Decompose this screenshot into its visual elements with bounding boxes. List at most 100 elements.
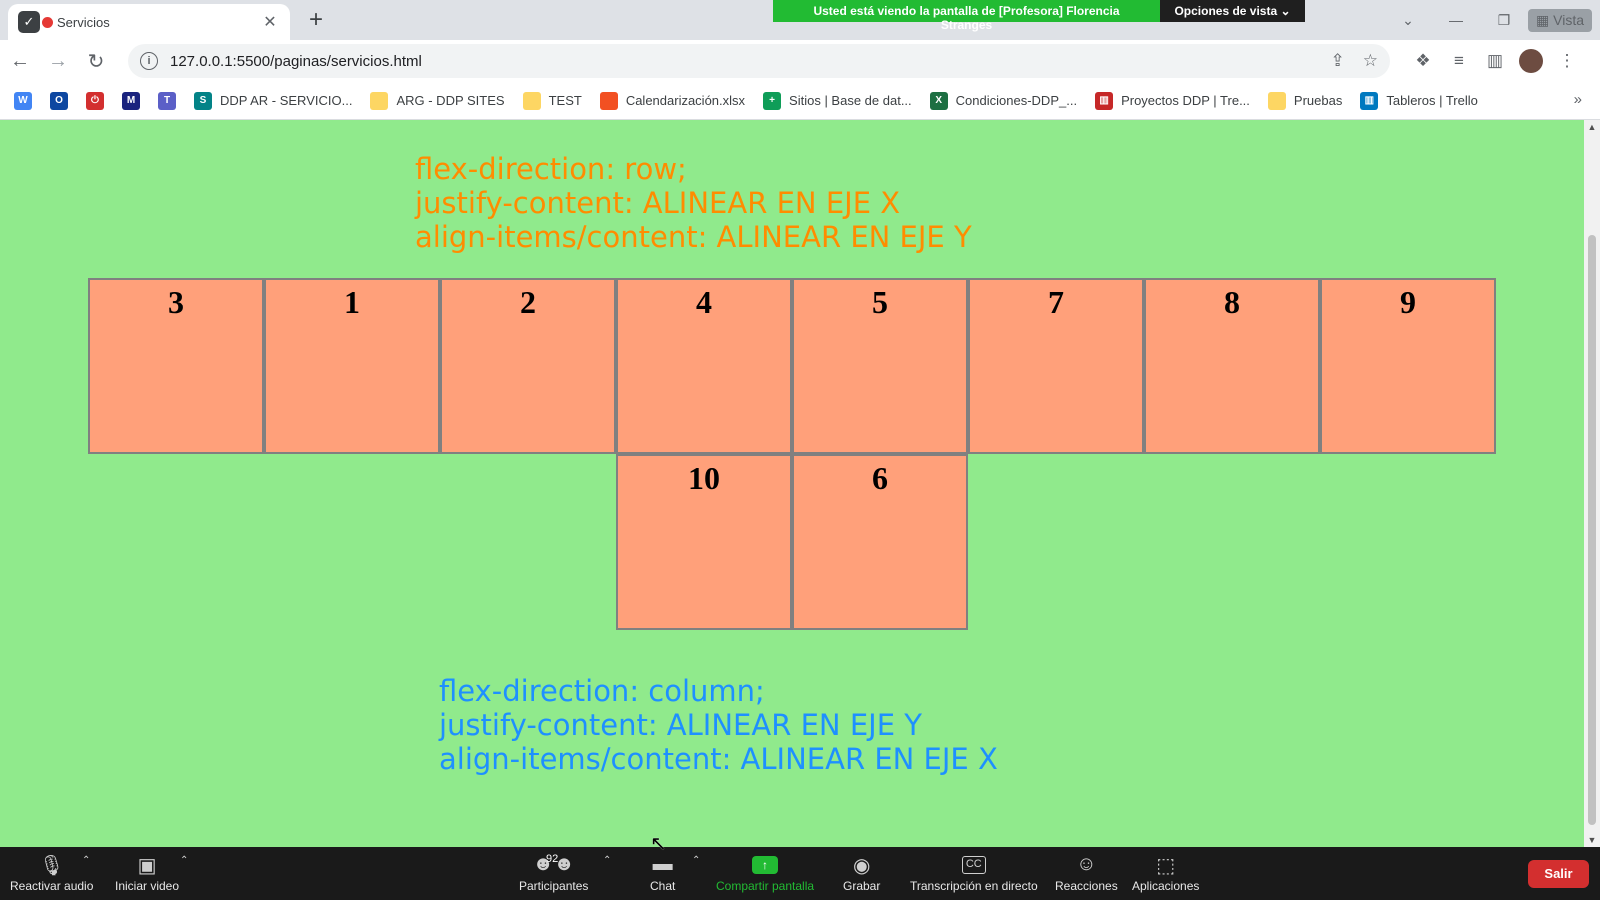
more-bookmarks-icon[interactable]: » (1574, 91, 1582, 108)
bookmark-item[interactable]: + Sitios | Base de dat... (763, 91, 912, 110)
bookmark-item[interactable]: ⏻ (86, 91, 104, 110)
participants-label: Participantes (519, 879, 589, 893)
sharepoint-icon: S (194, 91, 212, 110)
note-flex-row: flex-direction: row; justify-content: AL… (415, 152, 972, 254)
reactions-label: Reacciones (1055, 879, 1118, 893)
audio-options-caret-icon[interactable]: ⌃ (82, 855, 90, 866)
note-line: flex-direction: column; (439, 674, 765, 708)
meeting-controls-bar: 🎙︎ Reactivar audio ⌃ ▣ Iniciar video ⌃ ☻… (0, 847, 1600, 900)
reload-button[interactable]: ↻ (78, 43, 114, 79)
bookmark-label: Tableros | Trello (1386, 93, 1478, 108)
bookmark-label: Calendarización.xlsx (625, 93, 746, 108)
flex-box: 1 (264, 278, 440, 454)
screen-share-banner: Usted está viendo la pantalla de [Profes… (773, 0, 1305, 32)
bookmark-item[interactable]: T (158, 91, 176, 110)
close-tab-icon[interactable]: ✕ (260, 12, 280, 32)
flex-box: 8 (1144, 278, 1320, 454)
bookmark-label: ARG - DDP SITES (396, 93, 505, 108)
tab-servicios[interactable]: ✓ Servicios ✕ (8, 4, 290, 40)
record-button[interactable]: ◉ Grabar (843, 853, 880, 893)
side-panel-icon[interactable]: ▥ (1477, 51, 1513, 71)
note-line: align-items/content: ALINEAR EN EJE X (439, 742, 998, 776)
page-scrollbar[interactable]: ▲ ▼ (1584, 120, 1600, 847)
bookmark-item[interactable]: TEST (522, 91, 582, 110)
restore-icon[interactable]: ❐ (1480, 12, 1528, 29)
share-screen-label: Compartir pantalla (716, 879, 815, 893)
scroll-down-icon[interactable]: ▼ (1584, 835, 1600, 845)
tab-title: Servicios (57, 14, 110, 30)
leave-meeting-button[interactable]: Salir (1528, 860, 1589, 888)
bookmark-item[interactable]: X Condiciones-DDP_... (929, 91, 1077, 110)
chat-button[interactable]: ▬ Chat (650, 853, 675, 893)
scrollbar-thumb[interactable] (1588, 235, 1596, 825)
star-icon[interactable]: ☆ (1363, 51, 1378, 71)
folder-icon (522, 91, 541, 110)
m-icon: M (122, 91, 140, 110)
extensions-icon[interactable]: ❖ (1405, 51, 1441, 71)
menu-kebab-icon[interactable]: ⋮ (1549, 51, 1585, 71)
mouse-cursor-icon: ↖ (650, 833, 667, 855)
bookmark-item[interactable]: ARG - DDP SITES (370, 91, 505, 110)
chat-caret-icon[interactable]: ⌃ (692, 855, 700, 866)
flex-box: 3 (88, 278, 264, 454)
back-button[interactable]: ← (2, 43, 38, 79)
note-line: justify-content: ALINEAR EN EJE X (415, 186, 901, 220)
info-icon[interactable]: i (140, 52, 158, 70)
apps-button[interactable]: ⬚ Aplicaciones (1132, 853, 1199, 893)
w-icon: W (14, 91, 32, 110)
chat-label: Chat (650, 879, 676, 893)
unmute-audio-button[interactable]: 🎙︎ Reactivar audio (10, 853, 93, 893)
bookmark-item[interactable]: S DDP AR - SERVICIO... (194, 91, 353, 110)
bookmark-label: Pruebas (1293, 93, 1343, 108)
window-controls: ⌄ — ❐ ▦ Vista (1384, 0, 1600, 40)
new-tab-button[interactable]: + (302, 6, 330, 34)
participants-caret-icon[interactable]: ⌃ (603, 855, 611, 866)
record-icon: ◉ (852, 855, 871, 877)
cc-icon: CC (961, 856, 986, 874)
bookmark-item[interactable]: ▥ Tableros | Trello (1360, 91, 1478, 110)
apps-icon: ⬚ (1156, 855, 1176, 877)
reactions-button[interactable]: ☺ Reacciones (1055, 853, 1118, 893)
bookmark-label: DDP AR - SERVICIO... (220, 93, 353, 108)
arrow-left-icon: ← (10, 49, 30, 72)
reload-icon: ↻ (87, 50, 105, 73)
view-options-button[interactable]: Opciones de vista ⌄ (1160, 0, 1305, 22)
bookmark-item[interactable]: W (14, 91, 32, 110)
note-line: flex-direction: row; (415, 152, 687, 186)
vista-button[interactable]: ▦ Vista (1528, 8, 1592, 32)
apps-label: Aplicaciones (1132, 879, 1200, 893)
share-icon[interactable]: ⇪ (1331, 51, 1345, 71)
note-flex-column: flex-direction: column; justify-content:… (439, 674, 998, 776)
chat-icon: ▬ (652, 853, 673, 875)
sheets-icon: + (763, 91, 782, 110)
shield-icon: ✓ (18, 11, 40, 33)
bookmark-item[interactable]: M (122, 91, 140, 110)
video-off-icon: ▣ (137, 855, 157, 877)
bookmark-item[interactable]: O (50, 91, 68, 110)
flex-box: 10 (616, 454, 792, 630)
grid-icon: ▦ (1536, 11, 1554, 28)
video-options-caret-icon[interactable]: ⌃ (180, 855, 188, 866)
flex-box: 6 (792, 454, 968, 630)
start-video-button[interactable]: ▣ Iniciar video (115, 853, 179, 893)
profile-avatar[interactable] (1519, 49, 1543, 73)
scroll-up-icon[interactable]: ▲ (1584, 122, 1600, 132)
live-transcript-button[interactable]: CC Transcripción en directo (910, 853, 1038, 893)
url-text[interactable]: 127.0.0.1:5500/paginas/servicios.html (170, 53, 1313, 70)
teams-icon: T (158, 91, 176, 110)
bookmark-item[interactable]: ▥ Proyectos DDP | Tre... (1095, 91, 1250, 110)
trello-icon: ▥ (1095, 91, 1114, 110)
participants-button[interactable]: ☻☻ 92 Participantes (519, 853, 588, 893)
minimize-icon[interactable]: — (1432, 12, 1480, 28)
view-options-label: Opciones de vista (1174, 4, 1278, 18)
tab-search-icon[interactable]: ⌄ (1384, 12, 1432, 29)
note-line: align-items/content: ALINEAR EN EJE Y (415, 220, 972, 254)
forward-button[interactable]: → (40, 43, 76, 79)
bookmark-item[interactable]: Pruebas (1267, 91, 1343, 110)
share-screen-button[interactable]: ↑ Compartir pantalla (716, 853, 814, 893)
address-bar[interactable]: i 127.0.0.1:5500/paginas/servicios.html … (128, 44, 1390, 78)
media-control-icon[interactable]: ≡ (1441, 51, 1477, 71)
participants-count: 92 (546, 853, 559, 865)
muted-microphone-icon: 🎙︎ (39, 855, 65, 877)
bookmark-item[interactable]: Calendarización.xlsx (599, 91, 746, 110)
